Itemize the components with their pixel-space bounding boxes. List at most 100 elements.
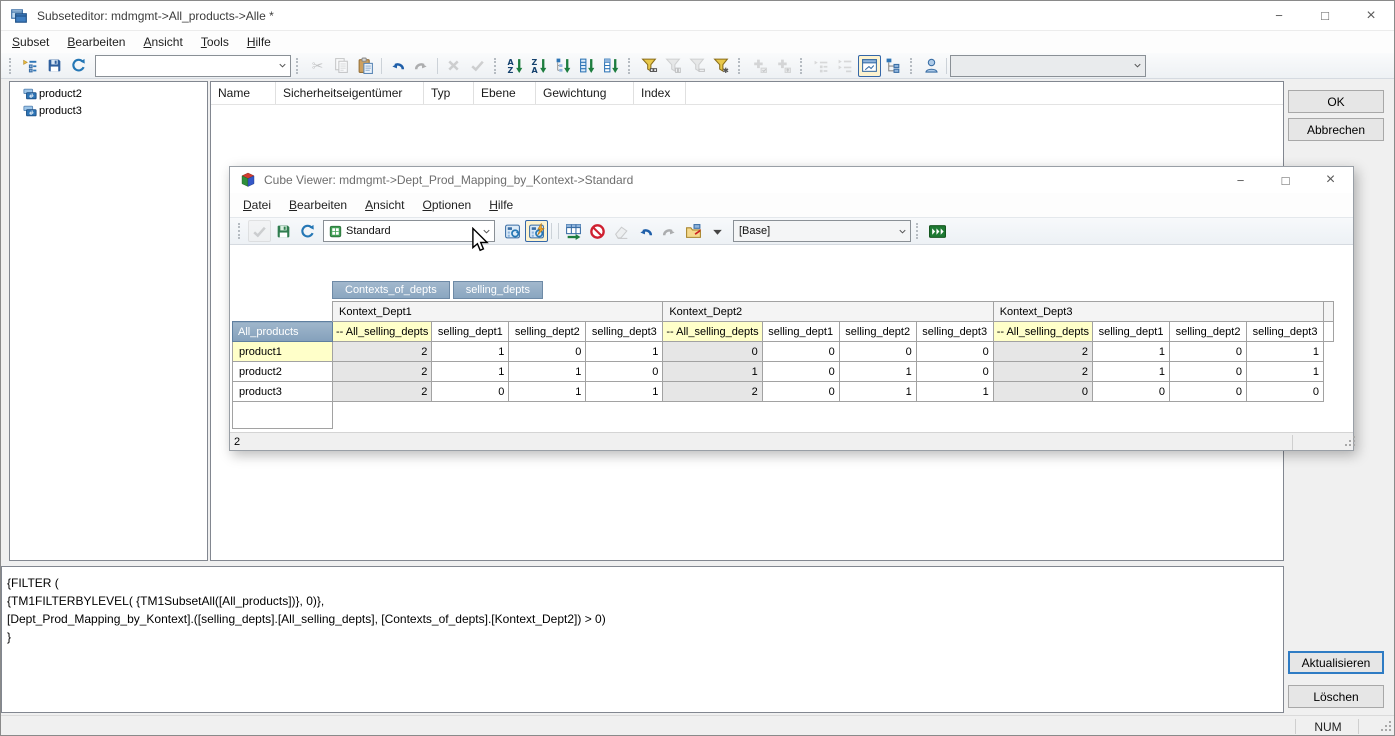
base-selector-combo[interactable]: [Base] <box>733 220 911 242</box>
menu-item-hilfe[interactable]: Hilfe <box>238 32 280 52</box>
column-header[interactable]: selling_dept2 <box>509 322 586 342</box>
column-group-header[interactable]: Kontext_Dept3 <box>993 302 1323 322</box>
menu-item-tools[interactable]: Tools <box>192 32 238 52</box>
data-cell[interactable]: 0 <box>839 342 916 362</box>
export-icon[interactable] <box>682 220 705 242</box>
data-cell[interactable]: 1 <box>663 362 762 382</box>
properties-window-icon[interactable] <box>858 55 881 77</box>
element-search-combo[interactable] <box>95 55 291 77</box>
slice-to-sheet-icon[interactable] <box>562 220 585 242</box>
recalculate-icon[interactable] <box>501 220 524 242</box>
sort-hierarchy-icon[interactable] <box>552 55 575 77</box>
tree-item[interactable]: #product3 <box>10 102 207 119</box>
data-cell[interactable]: 1 <box>1247 362 1324 382</box>
export-caret-icon[interactable] <box>706 220 729 242</box>
dimension-tab-contexts_of_depts[interactable]: Contexts_of_depts <box>332 281 450 299</box>
data-cell[interactable]: 0 <box>1247 382 1324 402</box>
resize-grip[interactable] <box>1345 444 1347 446</box>
menu-item-datei[interactable]: Datei <box>234 195 280 215</box>
column-group-header[interactable]: Kontext_Dept1 <box>333 302 663 322</box>
data-cell[interactable]: 1 <box>1093 362 1170 382</box>
column-header[interactable]: selling_dept2 <box>839 322 916 342</box>
close-button[interactable]: × <box>1308 167 1353 193</box>
data-cell[interactable]: 0 <box>509 342 586 362</box>
close-button[interactable]: × <box>1348 1 1394 30</box>
data-cell[interactable]: 0 <box>762 382 839 402</box>
paste-icon[interactable] <box>354 55 377 77</box>
minimize-button[interactable]: − <box>1218 167 1263 193</box>
row-header[interactable]: product3 <box>233 382 333 402</box>
data-cell[interactable]: 1 <box>586 382 663 402</box>
data-cell[interactable]: 1 <box>1247 342 1324 362</box>
user-icon[interactable] <box>920 55 943 77</box>
subset-elements-tree[interactable]: #product2#product3 <box>9 81 208 561</box>
list-column-index[interactable]: Index <box>634 82 686 104</box>
sort-index-ascending-icon[interactable] <box>576 55 599 77</box>
menu-item-bearbeiten[interactable]: Bearbeiten <box>280 195 356 215</box>
sort-index-descending-icon[interactable] <box>600 55 623 77</box>
column-header[interactable]: selling_dept1 <box>1093 322 1170 342</box>
data-cell[interactable]: 2 <box>993 362 1092 382</box>
view-selector-combo[interactable]: Standard <box>323 220 495 242</box>
data-cell[interactable]: 1 <box>509 362 586 382</box>
list-column-typ[interactable]: Typ <box>424 82 474 104</box>
expression-editor[interactable]: {FILTER ({TM1FILTERBYLEVEL( {TM1SubsetAl… <box>1 566 1284 713</box>
column-header[interactable]: -- All_selling_depts <box>333 322 432 342</box>
data-cell[interactable]: 2 <box>333 362 432 382</box>
save-view-icon[interactable] <box>272 220 295 242</box>
data-cell[interactable]: 1 <box>432 362 509 382</box>
data-cell[interactable]: 1 <box>916 382 993 402</box>
column-header[interactable]: selling_dept3 <box>916 322 993 342</box>
data-cell[interactable]: 0 <box>762 362 839 382</box>
chevron-down-icon[interactable] <box>274 60 290 71</box>
data-cell[interactable]: 0 <box>663 342 762 362</box>
column-header[interactable]: selling_dept2 <box>1170 322 1247 342</box>
data-cell[interactable]: 0 <box>916 362 993 382</box>
data-cell[interactable]: 0 <box>432 382 509 402</box>
sort-descending-icon[interactable]: ZA <box>528 55 551 77</box>
subset-definition-icon[interactable] <box>19 55 42 77</box>
save-subset-icon[interactable] <box>43 55 66 77</box>
data-cell[interactable]: 2 <box>993 342 1092 362</box>
data-cell[interactable]: 0 <box>1170 362 1247 382</box>
data-cell[interactable]: 2 <box>333 382 432 402</box>
data-cell[interactable]: 1 <box>839 382 916 402</box>
undo-icon[interactable] <box>386 55 409 77</box>
tree-item[interactable]: #product2 <box>10 85 207 102</box>
menu-item-hilfe[interactable]: Hilfe <box>480 195 522 215</box>
data-cell[interactable]: 2 <box>663 382 762 402</box>
suppress-zeroes-icon[interactable] <box>586 220 609 242</box>
column-group-header[interactable]: Kontext_Dept2 <box>663 302 993 322</box>
reload-view-icon[interactable] <box>296 220 319 242</box>
ok-button[interactable]: OK <box>1288 90 1384 113</box>
reload-subset-icon[interactable] <box>67 55 90 77</box>
column-header[interactable]: selling_dept1 <box>432 322 509 342</box>
minimize-button[interactable]: − <box>1256 1 1302 30</box>
data-cell[interactable]: 1 <box>839 362 916 382</box>
row-dimension-button[interactable]: All_products <box>233 322 333 342</box>
sort-ascending-icon[interactable]: AZ <box>504 55 527 77</box>
column-header[interactable]: -- All_selling_depts <box>993 322 1092 342</box>
menu-item-ansicht[interactable]: Ansicht <box>134 32 191 52</box>
column-header[interactable]: selling_dept1 <box>762 322 839 342</box>
data-cell[interactable]: 2 <box>333 342 432 362</box>
refresh-button[interactable]: Aktualisieren <box>1288 651 1384 674</box>
column-header[interactable]: selling_dept3 <box>1247 322 1324 342</box>
undo-icon[interactable] <box>634 220 657 242</box>
resize-grip[interactable] <box>1381 729 1383 731</box>
data-cell[interactable]: 0 <box>916 342 993 362</box>
menu-item-ansicht[interactable]: Ansicht <box>356 195 413 215</box>
data-cell[interactable]: 0 <box>1093 382 1170 402</box>
list-column-gewichtung[interactable]: Gewichtung <box>536 82 634 104</box>
list-column-name[interactable]: Name <box>211 82 276 104</box>
auto-recalculate-icon[interactable] <box>525 220 548 242</box>
cancel-button[interactable]: Abbrechen <box>1288 118 1384 141</box>
menu-item-optionen[interactable]: Optionen <box>413 195 480 215</box>
data-cell[interactable]: 0 <box>762 342 839 362</box>
row-header[interactable]: product1 <box>233 342 333 362</box>
row-header[interactable]: product2 <box>233 362 333 382</box>
expand-columns-icon[interactable] <box>926 220 949 242</box>
filter-subset-icon[interactable] <box>638 55 661 77</box>
maximize-button[interactable]: □ <box>1263 167 1308 193</box>
column-header[interactable]: -- All_selling_depts <box>663 322 762 342</box>
